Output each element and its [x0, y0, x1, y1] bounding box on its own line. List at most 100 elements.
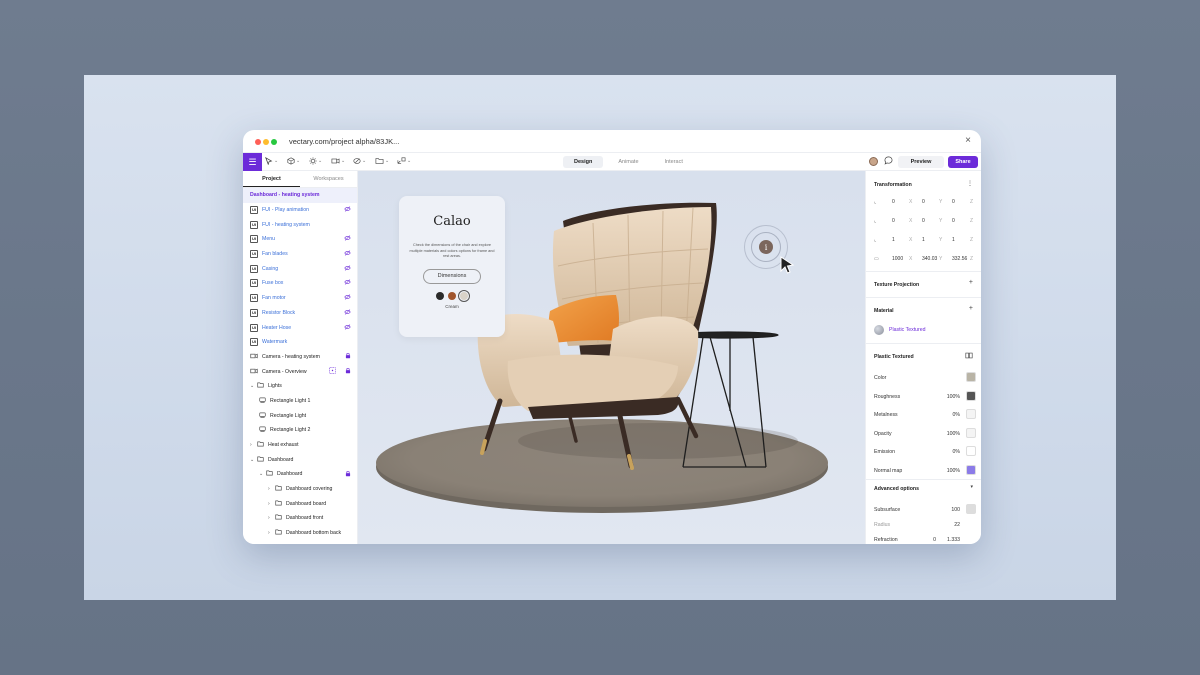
- camera-tool-icon[interactable]: ⌄: [331, 157, 345, 165]
- prop-swatch[interactable]: [966, 409, 976, 420]
- layer-item[interactable]: UI Watermark: [243, 335, 357, 350]
- swatch-brown[interactable]: [448, 291, 456, 300]
- hidden-eye-icon[interactable]: [344, 250, 351, 258]
- tab-project[interactable]: Project: [243, 171, 300, 187]
- layer-item[interactable]: › Dashboard covering: [243, 482, 357, 497]
- url-bar[interactable]: vectary.com/project alpha/83JK...: [289, 137, 399, 146]
- caret-right-icon[interactable]: ›: [268, 501, 275, 507]
- layer-item[interactable]: › Dashboard bottom back: [243, 526, 357, 541]
- layer-item[interactable]: UI Fan motor: [243, 291, 357, 306]
- light-tool-icon[interactable]: ⌄: [309, 157, 322, 165]
- adv-swatch[interactable]: [966, 504, 976, 514]
- caret-right-icon[interactable]: ›: [268, 486, 275, 492]
- value-x[interactable]: 0: [892, 199, 895, 205]
- layer-item[interactable]: UI FUI - heating system: [243, 217, 357, 232]
- minimize-dot[interactable]: [263, 139, 269, 145]
- layer-item[interactable]: UI Menu: [243, 232, 357, 247]
- lock-icon[interactable]: [345, 367, 351, 376]
- value-y[interactable]: 0: [922, 199, 925, 205]
- layer-item[interactable]: UI Resistor Block: [243, 306, 357, 321]
- prop-value[interactable]: 100%: [947, 468, 960, 474]
- layer-item[interactable]: ⌄ Dashboard: [243, 467, 357, 482]
- select-tool-icon[interactable]: ⌄: [265, 157, 278, 165]
- layer-item[interactable]: UI Fan blades: [243, 247, 357, 262]
- prop-swatch[interactable]: [966, 372, 976, 382]
- prop-value[interactable]: 100%: [947, 394, 960, 400]
- preview-button[interactable]: Preview: [898, 156, 944, 168]
- more-options-icon[interactable]: ⋮: [967, 180, 973, 187]
- swatch-black[interactable]: [436, 291, 444, 300]
- advanced-toggle-icon[interactable]: ▾: [970, 484, 973, 490]
- value-z[interactable]: 0: [952, 199, 955, 205]
- layer-item[interactable]: Camera - heating system: [243, 350, 357, 365]
- prop-swatch[interactable]: [966, 390, 976, 401]
- cube-tool-icon[interactable]: ⌄: [287, 157, 300, 165]
- adv-value-2[interactable]: 1.333: [947, 537, 960, 543]
- swatch-cream[interactable]: [458, 289, 470, 302]
- layer-item[interactable]: Rectangle Light: [243, 408, 357, 423]
- pen-tool-icon[interactable]: ⌄: [353, 157, 366, 165]
- layer-item[interactable]: ⌄ Lights: [243, 379, 357, 394]
- maximize-dot[interactable]: [271, 139, 277, 145]
- value-z[interactable]: 332.56: [952, 256, 967, 262]
- lock-icon[interactable]: [345, 470, 351, 479]
- transform-tool-icon[interactable]: ⌄: [397, 157, 411, 165]
- user-avatar[interactable]: [869, 157, 878, 166]
- layer-item[interactable]: › Heat exhaust: [243, 438, 357, 453]
- material-name[interactable]: Plastic Textured: [889, 327, 926, 333]
- prop-swatch[interactable]: [966, 465, 976, 475]
- adv-value[interactable]: 0: [933, 537, 936, 543]
- layer-item[interactable]: UI Heater Hose: [243, 320, 357, 335]
- layer-item[interactable]: Dashboard - heating system: [243, 188, 357, 203]
- hidden-eye-icon[interactable]: [344, 279, 351, 287]
- layer-item[interactable]: UI FUI - Play animation: [243, 203, 357, 218]
- close-icon[interactable]: ×: [965, 135, 971, 146]
- hidden-eye-icon[interactable]: [344, 323, 351, 332]
- caret-right-icon[interactable]: ›: [250, 442, 257, 448]
- comment-icon[interactable]: [884, 156, 893, 167]
- tab-workspaces[interactable]: Workspaces: [300, 171, 357, 187]
- layer-item[interactable]: › Dashboard front: [243, 511, 357, 526]
- prop-swatch[interactable]: [966, 446, 976, 457]
- tab-design[interactable]: Design: [563, 156, 604, 168]
- library-icon[interactable]: [965, 352, 973, 361]
- value-z[interactable]: 1: [952, 237, 955, 243]
- prop-value[interactable]: 0%: [953, 412, 961, 418]
- adv-value[interactable]: 100: [951, 507, 960, 513]
- value-z[interactable]: 0: [952, 218, 955, 224]
- caret-down-icon[interactable]: ⌄: [250, 457, 257, 463]
- layer-item[interactable]: UI Casing: [243, 261, 357, 276]
- hidden-eye-icon[interactable]: [344, 206, 351, 214]
- caret-down-icon[interactable]: ⌄: [259, 471, 266, 477]
- add-material-icon[interactable]: +: [969, 305, 973, 312]
- value-x[interactable]: 0: [892, 218, 895, 224]
- add-texture-icon[interactable]: +: [969, 279, 973, 286]
- target-icon[interactable]: [329, 367, 336, 376]
- 3d-viewport[interactable]: Calao Check the dimensions of the chair …: [358, 171, 865, 544]
- hidden-eye-icon[interactable]: [344, 265, 351, 273]
- hidden-eye-icon[interactable]: [344, 294, 351, 302]
- layer-item[interactable]: › Dashboard board: [243, 496, 357, 511]
- layer-item[interactable]: Rectangle Light 2: [243, 423, 357, 438]
- value-y[interactable]: 1: [922, 237, 925, 243]
- value-y[interactable]: 340.03: [922, 256, 937, 262]
- hidden-eye-icon[interactable]: [344, 309, 351, 317]
- tab-interact[interactable]: Interact: [654, 156, 694, 168]
- value-x[interactable]: 1: [892, 237, 895, 243]
- value-x[interactable]: 1000: [892, 256, 903, 262]
- caret-right-icon[interactable]: ›: [268, 530, 275, 536]
- layer-item[interactable]: ⌄ Dashboard: [243, 452, 357, 467]
- hidden-eye-icon[interactable]: [344, 235, 351, 243]
- tab-animate[interactable]: Animate: [607, 156, 649, 168]
- caret-down-icon[interactable]: ⌄: [250, 383, 257, 389]
- value-y[interactable]: 0: [922, 218, 925, 224]
- close-dot[interactable]: [255, 139, 261, 145]
- caret-right-icon[interactable]: ›: [268, 515, 275, 521]
- layer-item[interactable]: Camera - Overview: [243, 364, 357, 379]
- prop-swatch[interactable]: [966, 427, 976, 438]
- hamburger-menu-icon[interactable]: ☰: [243, 153, 262, 171]
- folder-tool-icon[interactable]: ⌄: [375, 157, 389, 165]
- adv-value[interactable]: 22: [954, 522, 960, 528]
- share-button[interactable]: Share: [948, 156, 978, 168]
- info-hotspot-icon[interactable]: i: [759, 240, 773, 254]
